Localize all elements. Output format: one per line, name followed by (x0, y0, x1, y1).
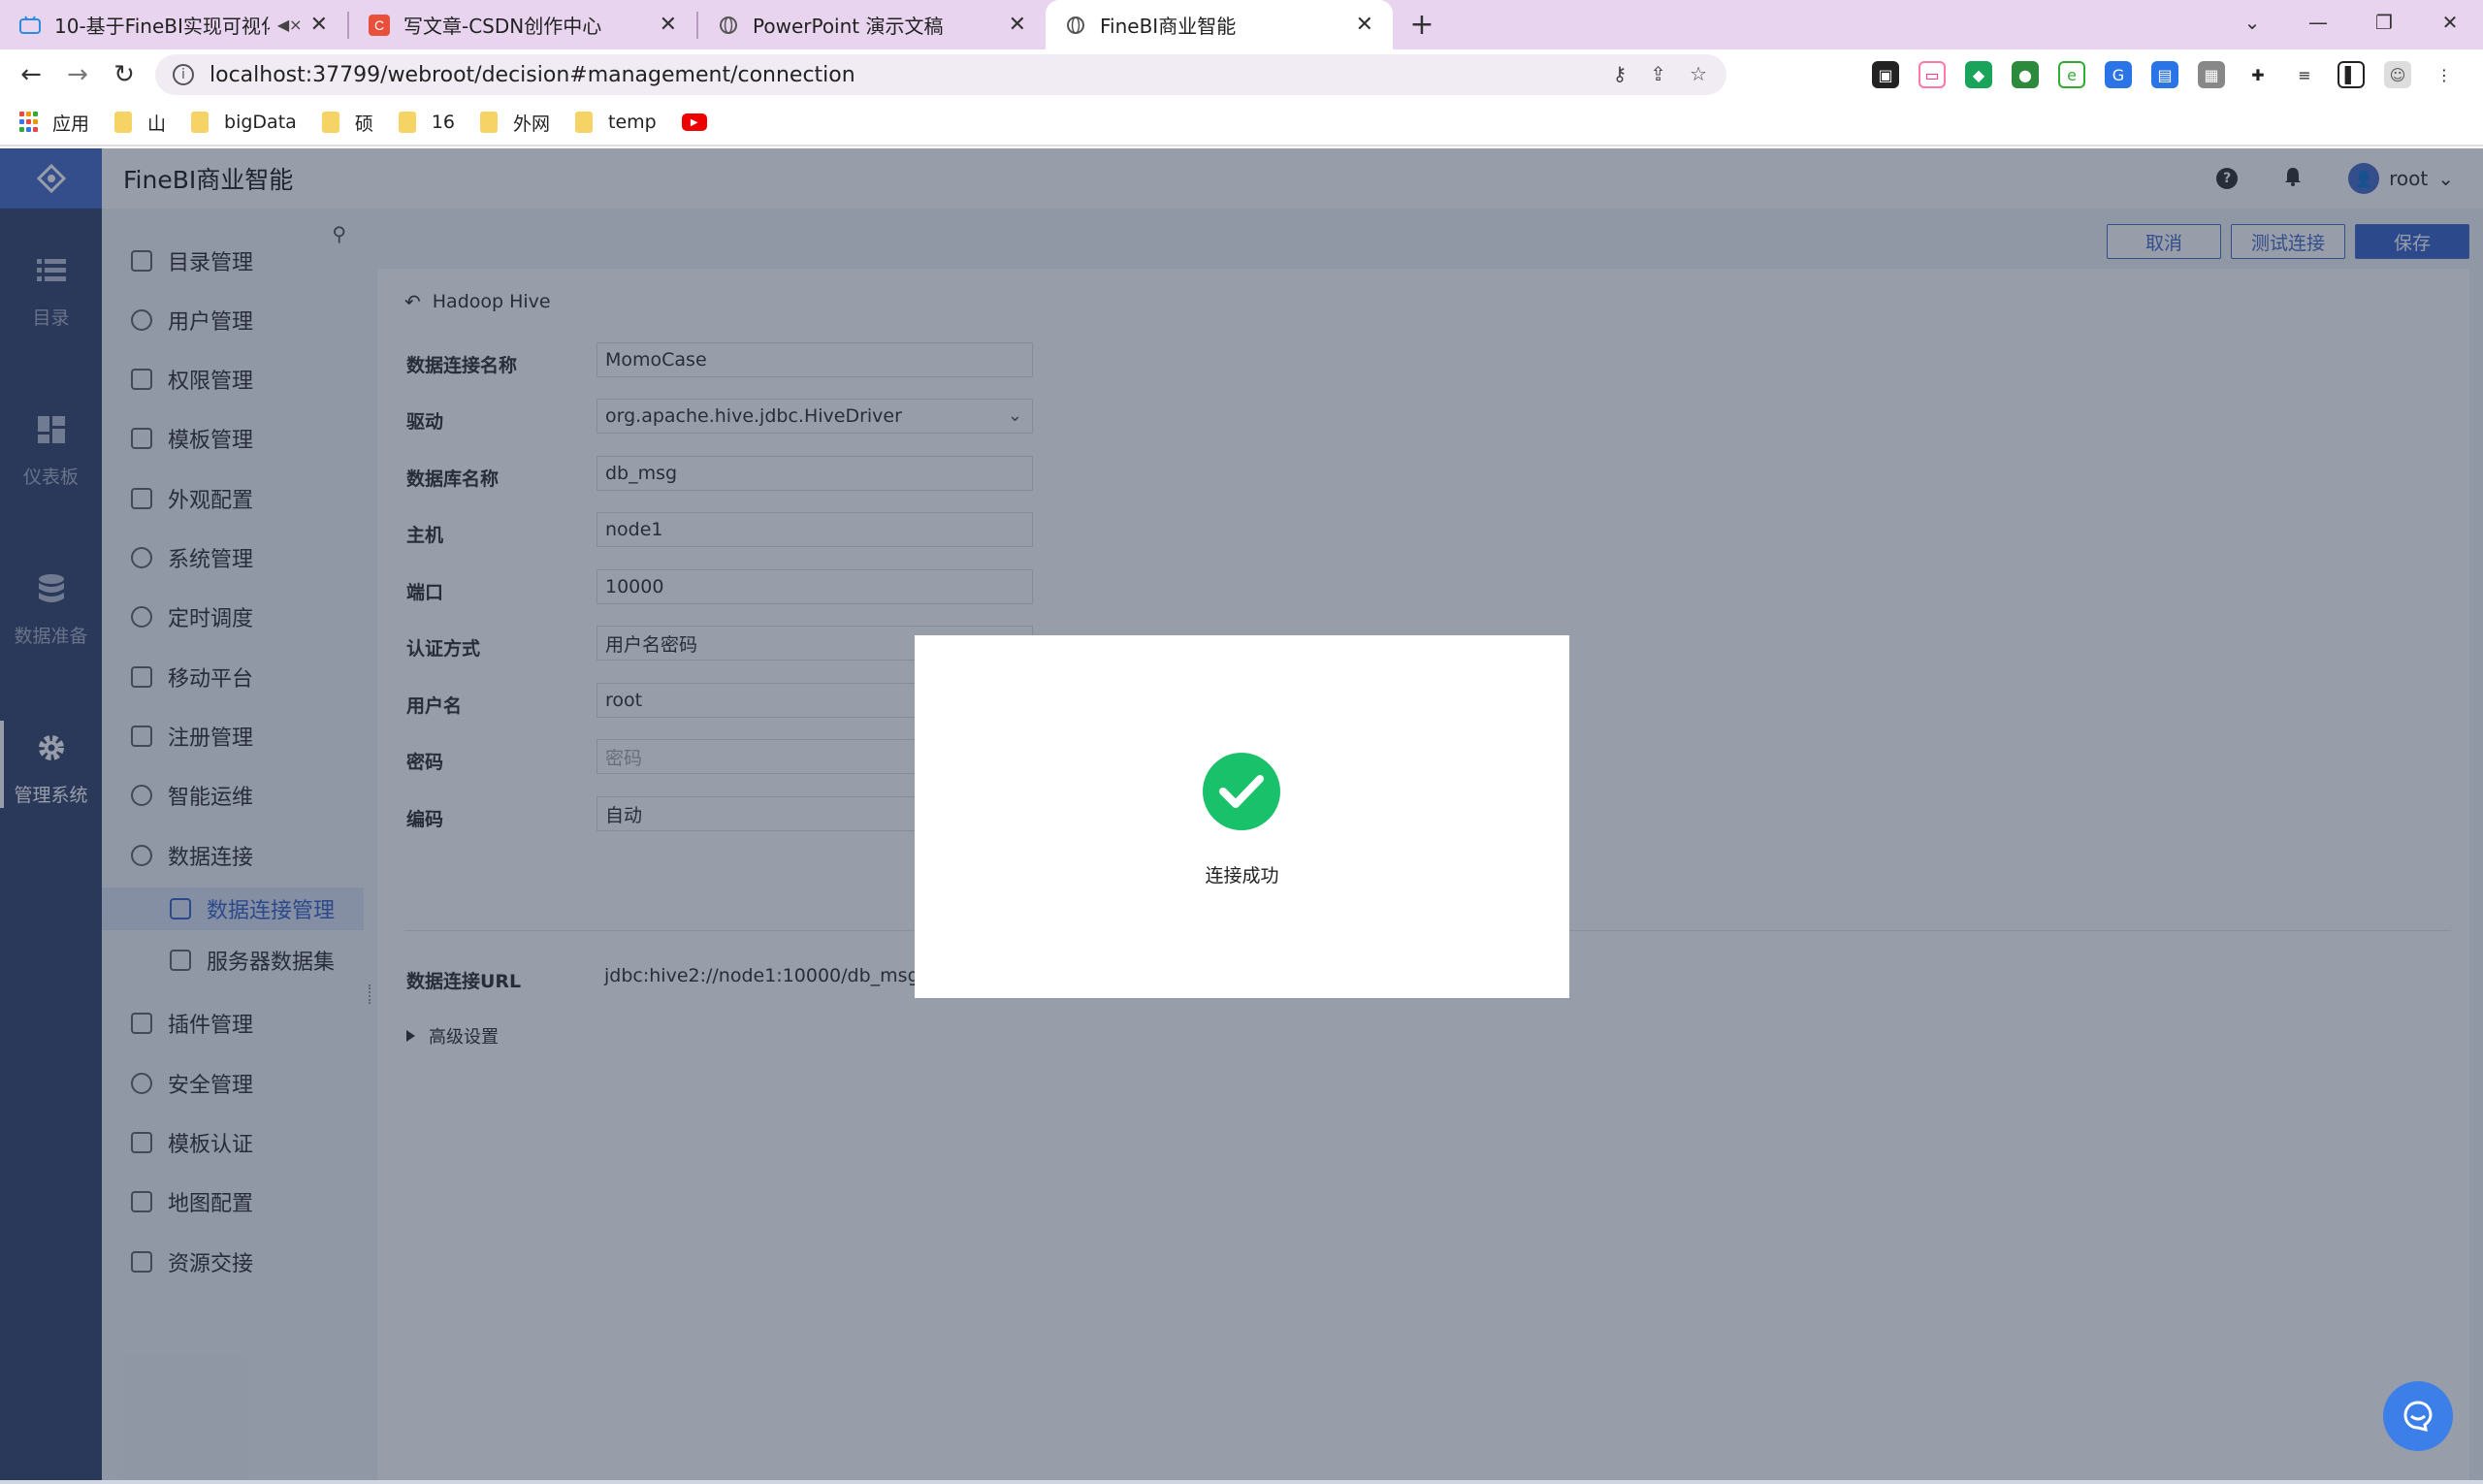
site-info-icon[interactable]: i (173, 64, 194, 85)
csdn-icon: C (369, 14, 390, 36)
check-circle-icon (1203, 753, 1280, 830)
bookmark-apps[interactable]: 应用 (19, 110, 89, 136)
folder-icon (114, 112, 133, 133)
close-icon[interactable]: ✕ (310, 13, 328, 37)
evernote-icon[interactable]: e (2058, 61, 2085, 88)
url-text: localhost:37799/webroot/decision#managem… (210, 62, 855, 87)
close-icon[interactable]: ✕ (1356, 13, 1373, 37)
star-icon[interactable]: ☆ (1690, 62, 1707, 85)
restore-icon[interactable]: ❐ (2351, 0, 2417, 45)
bookmark-folder[interactable]: temp (575, 112, 657, 133)
menu-kebab-icon[interactable]: ⋮ (2431, 61, 2458, 88)
share-icon[interactable]: ⇪ (1650, 62, 1666, 85)
browser-tab-1[interactable]: 10-基于FineBI实现可视化报 ◀× ✕ (0, 0, 347, 49)
bookmark-folder[interactable]: 16 (398, 112, 456, 133)
close-icon[interactable]: ✕ (660, 13, 677, 37)
bookmark-label: 山 (147, 113, 167, 135)
new-tab-button[interactable]: + (1393, 0, 1451, 49)
window-controls: ⌄ — ❐ ✕ (2219, 0, 2483, 45)
reload-icon[interactable]: ↻ (101, 51, 147, 98)
bookmark-folder[interactable]: 外网 (480, 110, 550, 136)
tab-title: 10-基于FineBI实现可视化报 (54, 15, 270, 38)
bookmark-folder[interactable]: 山 (114, 110, 166, 136)
bookmark-label: temp (608, 112, 657, 133)
shield-icon[interactable]: ◆ (1965, 61, 1992, 88)
profile-icon[interactable]: ☺ (2384, 61, 2411, 88)
folder-icon (398, 112, 416, 133)
minimize-icon[interactable]: — (2285, 0, 2351, 45)
bookmark-label: 16 (431, 112, 456, 133)
bookmark-youtube[interactable]: ▶ (681, 113, 707, 131)
browser-toolbar: ← → ↻ i localhost:37799/webroot/decision… (0, 49, 2483, 100)
tab-title: PowerPoint 演示文稿 (753, 15, 944, 38)
bookmark-label: bigData (224, 112, 297, 133)
speaker-muted-icon[interactable]: ◀× (277, 16, 303, 34)
bookmark-label: 硕 (354, 113, 373, 135)
browser-tab-4-active[interactable]: FineBI商业智能 ✕ (1046, 0, 1393, 49)
close-icon[interactable]: ✕ (1009, 13, 1026, 37)
bookmarks-bar: 应用 山 bigData 硕 16 外网 temp ▶ (0, 100, 2483, 146)
svg-text:C: C (374, 17, 384, 33)
dialog-message: 连接成功 (1205, 865, 1279, 887)
globe-icon (1065, 15, 1086, 36)
bookmark-folder[interactable]: bigData (191, 112, 297, 133)
folder-icon (321, 112, 339, 133)
forward-icon[interactable]: → (54, 51, 101, 98)
browser-tab-2[interactable]: C 写文章-CSDN创作中心 ✕ (349, 0, 696, 49)
extensions-bar: ▣ ▭ ◆ ● e G ▤ ▦ ✚ ≡ ▌ ☺ ⋮ (1872, 61, 2458, 88)
bottom-edge (0, 1480, 2483, 1484)
globe-icon (718, 15, 739, 36)
customer-support-icon[interactable] (2383, 1381, 2453, 1451)
reading-list-icon[interactable]: ≡ (2291, 61, 2318, 88)
ext-gray-icon[interactable]: ▦ (2198, 61, 2225, 88)
bilibili-icon (19, 15, 41, 36)
extension-icon[interactable]: ▣ (1872, 61, 1899, 88)
translate-icon[interactable]: G (2105, 61, 2132, 88)
bookmark-label: 应用 (52, 113, 90, 135)
tab-search-icon[interactable]: ⌄ (2219, 0, 2285, 45)
youtube-icon: ▶ (681, 113, 707, 131)
close-window-icon[interactable]: ✕ (2417, 0, 2483, 45)
bookmark-label: 外网 (513, 113, 551, 135)
side-panel-icon[interactable]: ▌ (2338, 61, 2365, 88)
browser-tab-3[interactable]: PowerPoint 演示文稿 ✕ (698, 0, 1046, 49)
tab-title: FineBI商业智能 (1100, 15, 1237, 38)
apps-grid-icon (19, 112, 41, 133)
key-icon[interactable]: ⚷ (1613, 62, 1628, 85)
folder-icon (191, 112, 210, 133)
browser-tab-strip: 10-基于FineBI实现可视化报 ◀× ✕ C 写文章-CSDN创作中心 ✕ … (0, 0, 2483, 49)
folder-icon (575, 112, 594, 133)
bookmark-folder[interactable]: 硕 (321, 110, 373, 136)
address-bar[interactable]: i localhost:37799/webroot/decision#manag… (155, 54, 1726, 95)
success-dialog: 连接成功 (915, 635, 1569, 998)
back-icon[interactable]: ← (8, 51, 54, 98)
tab-title: 写文章-CSDN创作中心 (403, 15, 602, 38)
globe-ext-icon[interactable]: ● (2012, 61, 2039, 88)
puzzle-icon[interactable]: ✚ (2244, 61, 2272, 88)
bilibili-ext-icon[interactable]: ▭ (1919, 61, 1946, 88)
folder-icon (480, 112, 499, 133)
ext-blue-icon[interactable]: ▤ (2151, 61, 2178, 88)
